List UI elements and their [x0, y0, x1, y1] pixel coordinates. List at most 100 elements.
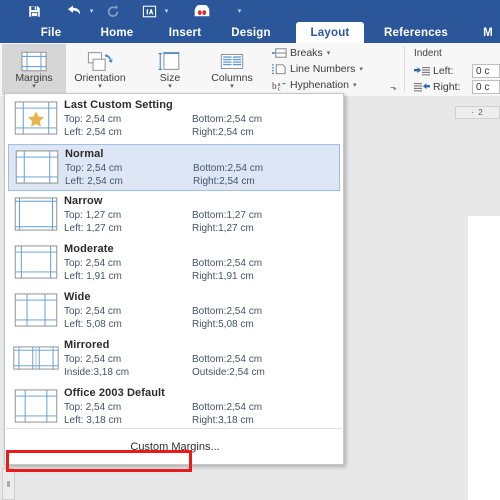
- right-value: Right:1,27 cm: [192, 223, 254, 234]
- page-setup-dialog-launcher[interactable]: ⬎: [388, 82, 399, 93]
- undo-icon[interactable]: [66, 3, 84, 19]
- tab-design[interactable]: Design: [222, 22, 280, 43]
- horizontal-ruler[interactable]: · 2: [455, 106, 500, 119]
- tab-home[interactable]: Home: [88, 22, 146, 43]
- margins-option-title: Normal: [65, 148, 104, 160]
- inside-value: Inside:3,18 cm: [64, 367, 130, 378]
- bottom-value: Bottom:1,27 cm: [192, 210, 263, 221]
- left-value: Left: 5,08 cm: [64, 319, 122, 330]
- mirrored-thumb-icon: [8, 336, 64, 380]
- left-value: Left: 1,91 cm: [64, 271, 122, 282]
- hyphenation-icon: b a c: [272, 81, 286, 91]
- last-custom-text: Last Custom Setting Top: 2,54 cm Left: 2…: [64, 96, 262, 139]
- redo-icon[interactable]: [105, 3, 121, 19]
- hyphenation-button[interactable]: b a c Hyphenation ▾: [272, 79, 356, 91]
- mirrored-text: Mirrored Top: 2,54 cm Inside:3,18 cm Bot…: [64, 336, 265, 379]
- ribbon-tab-strip: File Home Insert Design Layout Reference…: [0, 22, 500, 43]
- touch-mode-dropdown-icon[interactable]: ▾: [163, 8, 170, 15]
- narrow-text: Narrow Top: 1,27 cm Left: 1,27 cm Bottom…: [64, 192, 262, 235]
- margins-option-office-2003-default[interactable]: Office 2003 Default Top: 2,54 cm Left: 3…: [8, 384, 340, 431]
- quick-access-toolbar: ▾ ▾ ▾: [0, 0, 500, 22]
- margins-option-normal[interactable]: Normal Top: 2,54 cm Left: 2,54 cm Bottom…: [8, 144, 340, 191]
- breaks-icon: [272, 48, 287, 58]
- margins-button[interactable]: Margins ▾: [2, 44, 66, 95]
- save-icon[interactable]: [26, 3, 42, 19]
- margins-option-wide[interactable]: Wide Top: 2,54 cm Left: 5,08 cm Bottom:2…: [8, 288, 340, 335]
- margins-option-mirrored[interactable]: Mirrored Top: 2,54 cm Inside:3,18 cm Bot…: [8, 336, 340, 383]
- hyphenation-caret[interactable]: ▾: [353, 81, 357, 89]
- margins-option-narrow[interactable]: Narrow Top: 1,27 cm Left: 1,27 cm Bottom…: [8, 192, 340, 239]
- margins-option-values: Top: 1,27 cm Left: 1,27 cm Bottom:1,27 c…: [64, 209, 262, 235]
- bottom-value: Bottom:2,54 cm: [192, 306, 263, 317]
- last-custom-thumb-icon: [8, 96, 64, 140]
- left-value: Left: 1,27 cm: [64, 223, 122, 234]
- undo-dropdown-icon[interactable]: ▾: [88, 8, 95, 15]
- indent-right-label: Right:: [433, 81, 461, 93]
- normal-thumb-icon: [9, 145, 65, 189]
- indent-left-label: Left:: [433, 65, 454, 77]
- left-value: Left: 2,54 cm: [64, 127, 122, 138]
- margins-option-values: Top: 2,54 cm Left: 3,18 cm Bottom:2,54 c…: [64, 401, 262, 427]
- vertical-ruler[interactable]: ‖: [2, 468, 15, 500]
- top-value: Top: 2,54 cm: [65, 163, 123, 174]
- breaks-caret[interactable]: ▾: [327, 49, 331, 57]
- margins-option-moderate[interactable]: Moderate Top: 2,54 cm Left: 1,91 cm Bott…: [8, 240, 340, 287]
- margins-option-values: Top: 2,54 cm Left: 2,54 cm Bottom:2,54 c…: [64, 113, 262, 139]
- right-value: Right:2,54 cm: [193, 176, 255, 187]
- top-value: Top: 2,54 cm: [64, 402, 122, 413]
- tab-references[interactable]: References: [374, 22, 458, 43]
- top-value: Top: 1,27 cm: [64, 210, 122, 221]
- orientation-button[interactable]: Orientation ▾: [68, 44, 132, 95]
- right-value: Right:1,91 cm: [192, 271, 254, 282]
- normal-text: Normal Top: 2,54 cm Left: 2,54 cm Bottom…: [65, 145, 263, 188]
- right-value: Right:2,54 cm: [192, 127, 254, 138]
- margins-option-values: Top: 2,54 cm Inside:3,18 cm Bottom:2,54 …: [64, 353, 265, 379]
- indent-right-row: Right:: [414, 81, 460, 93]
- margins-option-values: Top: 2,54 cm Left: 2,54 cm Bottom:2,54 c…: [65, 162, 263, 188]
- customize-qat-icon[interactable]: ▾: [236, 8, 243, 15]
- breaks-button[interactable]: Breaks ▾: [272, 47, 330, 59]
- left-value: Left: 3,18 cm: [64, 415, 122, 426]
- top-value: Top: 2,54 cm: [64, 306, 122, 317]
- line-numbers-caret[interactable]: ▾: [359, 65, 363, 73]
- bottom-value: Bottom:2,54 cm: [192, 354, 263, 365]
- ribbon-body: Margins ▾ Orientation ▾ Size ▾ Columns ▾…: [0, 43, 500, 97]
- svg-text:c: c: [278, 86, 281, 91]
- indent-group-label: Indent: [414, 48, 442, 59]
- moderate-text: Moderate Top: 2,54 cm Left: 1,91 cm Bott…: [64, 240, 262, 283]
- word-window: ▾ ▾ ▾ File Home Insert Design Layout Ref…: [0, 0, 500, 500]
- office2003-thumb-icon: [8, 384, 64, 428]
- right-value: Right:3,18 cm: [192, 415, 254, 426]
- tab-mailings[interactable]: M: [478, 22, 498, 43]
- right-value: Right:5,08 cm: [192, 319, 254, 330]
- tab-insert[interactable]: Insert: [158, 22, 212, 43]
- margins-option-title: Wide: [64, 291, 91, 303]
- bottom-value: Bottom:2,54 cm: [193, 163, 264, 174]
- top-value: Top: 2,54 cm: [64, 258, 122, 269]
- margins-option-values: Top: 2,54 cm Left: 1,91 cm Bottom:2,54 c…: [64, 257, 262, 283]
- indent-left-icon: [414, 66, 430, 75]
- size-dropdown-caret[interactable]: ▾: [168, 83, 172, 90]
- touch-mode-icon[interactable]: [140, 3, 158, 19]
- size-button[interactable]: Size ▾: [138, 44, 202, 95]
- svg-text:b: b: [272, 82, 277, 91]
- margins-dropdown-caret[interactable]: ▾: [32, 83, 36, 90]
- tab-layout[interactable]: Layout: [296, 22, 364, 43]
- tab-file[interactable]: File: [28, 22, 74, 43]
- margins-option-last-custom[interactable]: Last Custom Setting Top: 2,54 cm Left: 2…: [8, 96, 340, 143]
- line-numbers-button[interactable]: Line Numbers ▾: [272, 63, 363, 75]
- margins-option-title: Office 2003 Default: [64, 387, 165, 399]
- margins-option-title: Narrow: [64, 195, 103, 207]
- left-value: Left: 2,54 cm: [65, 176, 123, 187]
- orientation-dropdown-caret[interactable]: ▾: [98, 83, 102, 90]
- indent-left-row: Left:: [414, 65, 453, 77]
- columns-button[interactable]: Columns ▾: [196, 44, 268, 95]
- document-page[interactable]: [468, 216, 500, 500]
- read-aloud-icon[interactable]: [192, 3, 212, 19]
- indent-left-input[interactable]: 0 c: [472, 64, 500, 78]
- indent-right-input[interactable]: 0 c: [472, 80, 500, 94]
- ribbon-group-separator: [404, 46, 405, 92]
- margins-option-title: Moderate: [64, 243, 114, 255]
- custom-margins-button[interactable]: Custom Margins...: [6, 429, 344, 465]
- columns-dropdown-caret[interactable]: ▾: [230, 83, 234, 90]
